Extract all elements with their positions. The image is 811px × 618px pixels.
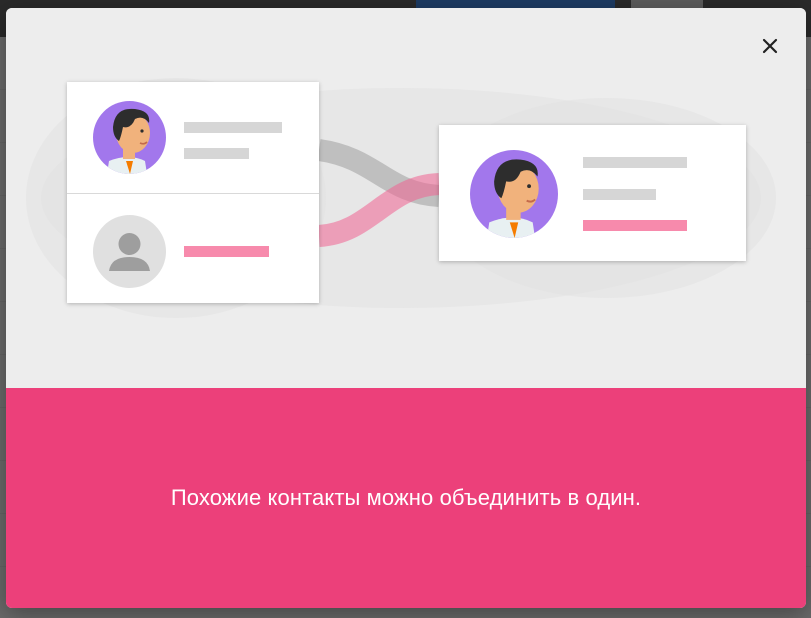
close-icon	[762, 38, 778, 54]
name-placeholder-line	[184, 122, 282, 133]
merge-message: Похожие контакты можно объединить в один…	[170, 485, 642, 510]
detail-placeholder-line	[583, 189, 656, 200]
avatar-illustration	[470, 150, 558, 238]
close-button[interactable]	[754, 30, 786, 62]
card-divider	[67, 193, 319, 194]
merge-illustration	[6, 8, 806, 388]
detail-placeholder-line	[184, 148, 249, 159]
name-placeholder-line	[583, 157, 687, 168]
merged-contact-card	[439, 125, 746, 261]
duplicate-contacts-card	[67, 82, 319, 303]
person-icon	[93, 215, 166, 288]
merge-contacts-dialog: Похожие контакты можно объединить в один…	[6, 8, 806, 608]
accent-placeholder-line	[184, 246, 269, 257]
avatar-illustration	[93, 101, 166, 174]
message-banner: Похожие контакты можно объединить в один…	[6, 388, 806, 608]
accent-placeholder-line	[583, 220, 687, 231]
